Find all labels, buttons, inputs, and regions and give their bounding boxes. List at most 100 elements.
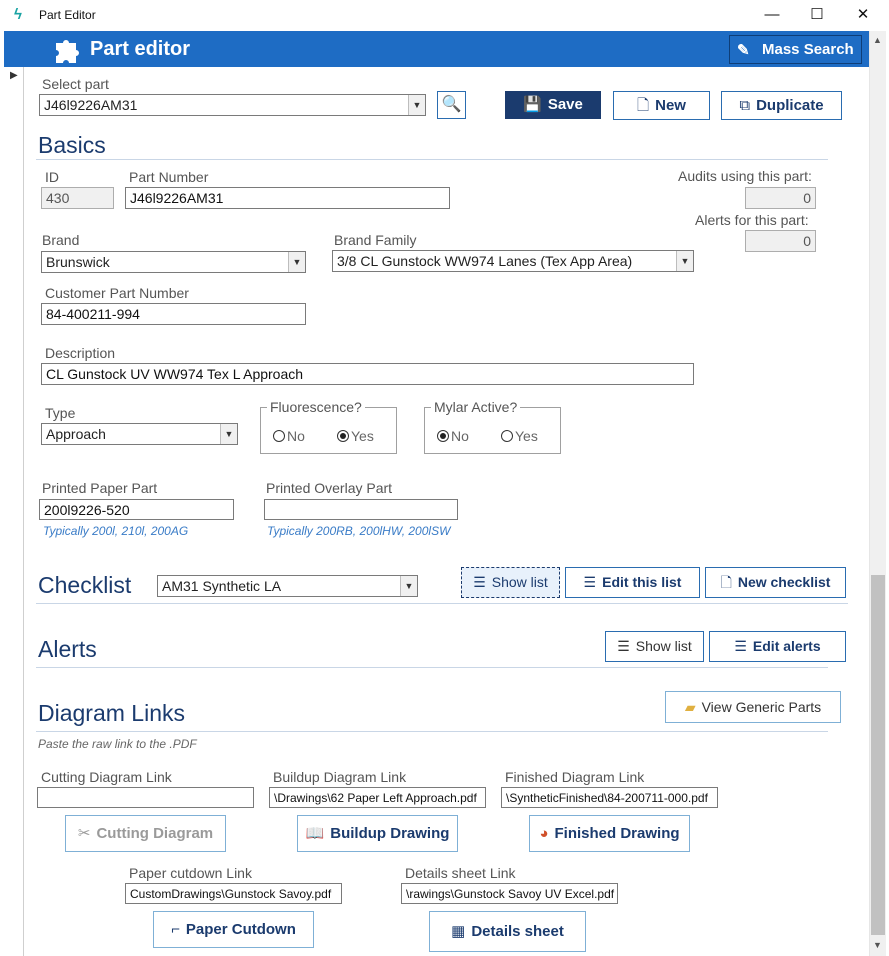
row-pointer-icon: ▶	[10, 70, 18, 81]
puzzle-icon	[56, 40, 79, 63]
scroll-thumb[interactable]	[871, 575, 885, 935]
mylar-active-group: Mylar Active? No Yes	[424, 399, 561, 454]
customer-part-number-label: Customer Part Number	[45, 285, 189, 301]
list-icon: ☰	[583, 574, 597, 590]
chevron-down-icon: ▼	[676, 251, 693, 271]
list-icon: ☰	[617, 638, 630, 654]
checklist-show-list-button[interactable]: ☰ Show list	[461, 567, 560, 598]
diagram-divider	[36, 731, 828, 732]
edit-checklist-button[interactable]: ☰ Edit this list	[565, 567, 700, 598]
pie-chart-icon: ◕	[539, 825, 549, 842]
new-doc-icon: 🗋	[637, 97, 650, 114]
duplicate-button[interactable]: ⧉ Duplicate	[721, 91, 842, 120]
checklist-dropdown[interactable]: AM31 Synthetic LA ▼	[157, 575, 418, 597]
part-number-field[interactable]: J46l9226AM31	[125, 187, 450, 209]
chevron-down-icon: ▼	[408, 95, 425, 115]
select-part-label: Select part	[42, 76, 109, 92]
chevron-down-icon: ▼	[220, 424, 237, 444]
part-number-label: Part Number	[129, 169, 209, 185]
search-part-button[interactable]: 🔍	[437, 91, 466, 119]
details-sheet-link-label: Details sheet Link	[405, 865, 516, 881]
buildup-drawing-button[interactable]: 📖 Buildup Drawing	[297, 815, 458, 852]
chevron-down-icon: ▼	[288, 252, 305, 272]
cutting-tool-icon: ✂	[77, 825, 91, 842]
id-label: ID	[45, 169, 59, 185]
new-doc-icon: 🗋	[720, 574, 732, 590]
row-header-strip: ▶	[0, 67, 24, 956]
alerts-heading: Alerts	[38, 636, 97, 662]
scroll-down-icon[interactable]: ▼	[873, 940, 882, 950]
audits-label: Audits using this part:	[678, 168, 812, 184]
search-icon: 🔍	[441, 96, 462, 113]
buildup-link-field[interactable]: \Drawings\62 Paper Left Approach.pdf	[269, 787, 486, 808]
app-bolt-icon: ϟ	[14, 6, 22, 23]
list-icon: ☰	[734, 638, 747, 654]
fluorescence-no-radio[interactable]: No	[273, 428, 305, 444]
diagram-links-hint: Paste the raw link to the .PDF	[38, 737, 197, 751]
save-disk-icon: 💾	[523, 96, 542, 113]
type-dropdown[interactable]: Approach ▼	[41, 423, 238, 445]
mylar-no-radio[interactable]: No	[437, 428, 469, 444]
copy-icon: ⧉	[739, 97, 751, 114]
basics-heading: Basics	[38, 132, 106, 158]
finished-link-label: Finished Diagram Link	[505, 769, 645, 785]
description-label: Description	[45, 345, 116, 361]
new-button[interactable]: 🗋 New	[613, 91, 710, 120]
paper-cutdown-button[interactable]: ⌐ Paper Cutdown	[153, 911, 314, 948]
brand-label: Brand	[42, 232, 80, 248]
printed-paper-part-field[interactable]: 200l9226-520	[39, 499, 234, 520]
brand-dropdown[interactable]: Brunswick ▼	[41, 251, 306, 273]
mylar-active-label: Mylar Active?	[431, 399, 521, 415]
brand-family-label: Brand Family	[334, 232, 417, 248]
checklist-heading: Checklist	[38, 572, 132, 598]
fluorescence-label: Fluorescence?	[267, 399, 365, 415]
paper-cutdown-link-label: Paper cutdown Link	[129, 865, 252, 881]
printed-overlay-part-field[interactable]	[264, 499, 458, 520]
basics-divider	[36, 159, 828, 160]
printed-overlay-part-label: Printed Overlay Part	[266, 480, 393, 496]
customer-part-number-field[interactable]: 84-400211-994	[41, 303, 306, 325]
details-sheet-button[interactable]: ▦ Details sheet	[429, 911, 586, 952]
close-button[interactable]: ✕	[848, 4, 878, 26]
description-field[interactable]: CL Gunstock UV WW974 Tex L Approach	[41, 363, 694, 385]
printed-overlay-hint: Typically 200RB, 200lHW, 200lSW	[267, 524, 451, 538]
alerts-count-field: 0	[745, 230, 816, 252]
brand-family-dropdown[interactable]: 3/8 CL Gunstock WW974 Lanes (Tex App Are…	[332, 250, 694, 272]
vertical-scrollbar[interactable]: ▲ ▼	[869, 31, 886, 956]
cutting-diagram-button[interactable]: ✂ Cutting Diagram	[65, 815, 226, 852]
checklist-divider	[36, 603, 848, 604]
fluorescence-yes-radio[interactable]: Yes	[337, 428, 374, 444]
edit-alerts-button[interactable]: ☰ Edit alerts	[709, 631, 846, 662]
details-sheet-link-field[interactable]: \rawings\Gunstock Savoy UV Excel.pdf	[401, 883, 618, 904]
magic-wand-icon: ✎	[737, 42, 750, 59]
new-checklist-button[interactable]: 🗋 New checklist	[705, 567, 846, 598]
id-field: 430	[41, 187, 114, 209]
view-generic-parts-button[interactable]: ▰ View Generic Parts	[665, 691, 841, 723]
finished-drawing-button[interactable]: ◕ Finished Drawing	[529, 815, 690, 852]
cutting-link-field[interactable]	[37, 787, 254, 808]
audits-count-field: 0	[745, 187, 816, 209]
window-title: Part Editor	[39, 8, 96, 22]
printed-paper-hint: Typically 200l, 210l, 200AG	[43, 524, 189, 538]
cutting-link-label: Cutting Diagram Link	[41, 769, 172, 785]
save-button[interactable]: 💾 Save	[505, 91, 601, 119]
alerts-divider	[36, 667, 828, 668]
ruler-square-icon: ⌐	[171, 921, 180, 938]
minimize-button[interactable]: —	[757, 4, 787, 26]
alerts-show-list-button[interactable]: ☰ Show list	[605, 631, 704, 662]
folder-star-icon: ▰	[684, 699, 696, 715]
buildup-link-label: Buildup Diagram Link	[273, 769, 407, 785]
list-icon: ☰	[473, 574, 486, 590]
diagram-links-heading: Diagram Links	[38, 700, 185, 726]
mylar-yes-radio[interactable]: Yes	[501, 428, 538, 444]
chevron-down-icon: ▼	[400, 576, 417, 596]
maximize-button[interactable]: ☐	[802, 4, 832, 26]
fluorescence-group: Fluorescence? No Yes	[260, 399, 397, 454]
paper-cutdown-link-field[interactable]: CustomDrawings\Gunstock Savoy.pdf	[125, 883, 342, 904]
title-bar: ϟ Part Editor — ☐ ✕	[0, 0, 889, 31]
select-part-dropdown[interactable]: J46l9226AM31 ▼	[39, 94, 426, 116]
mass-search-button[interactable]: ✎ Mass Search	[729, 35, 862, 64]
scroll-up-icon[interactable]: ▲	[873, 35, 882, 45]
type-label: Type	[45, 405, 76, 421]
finished-link-field[interactable]: \SyntheticFinished\84-200711-000.pdf	[501, 787, 718, 808]
